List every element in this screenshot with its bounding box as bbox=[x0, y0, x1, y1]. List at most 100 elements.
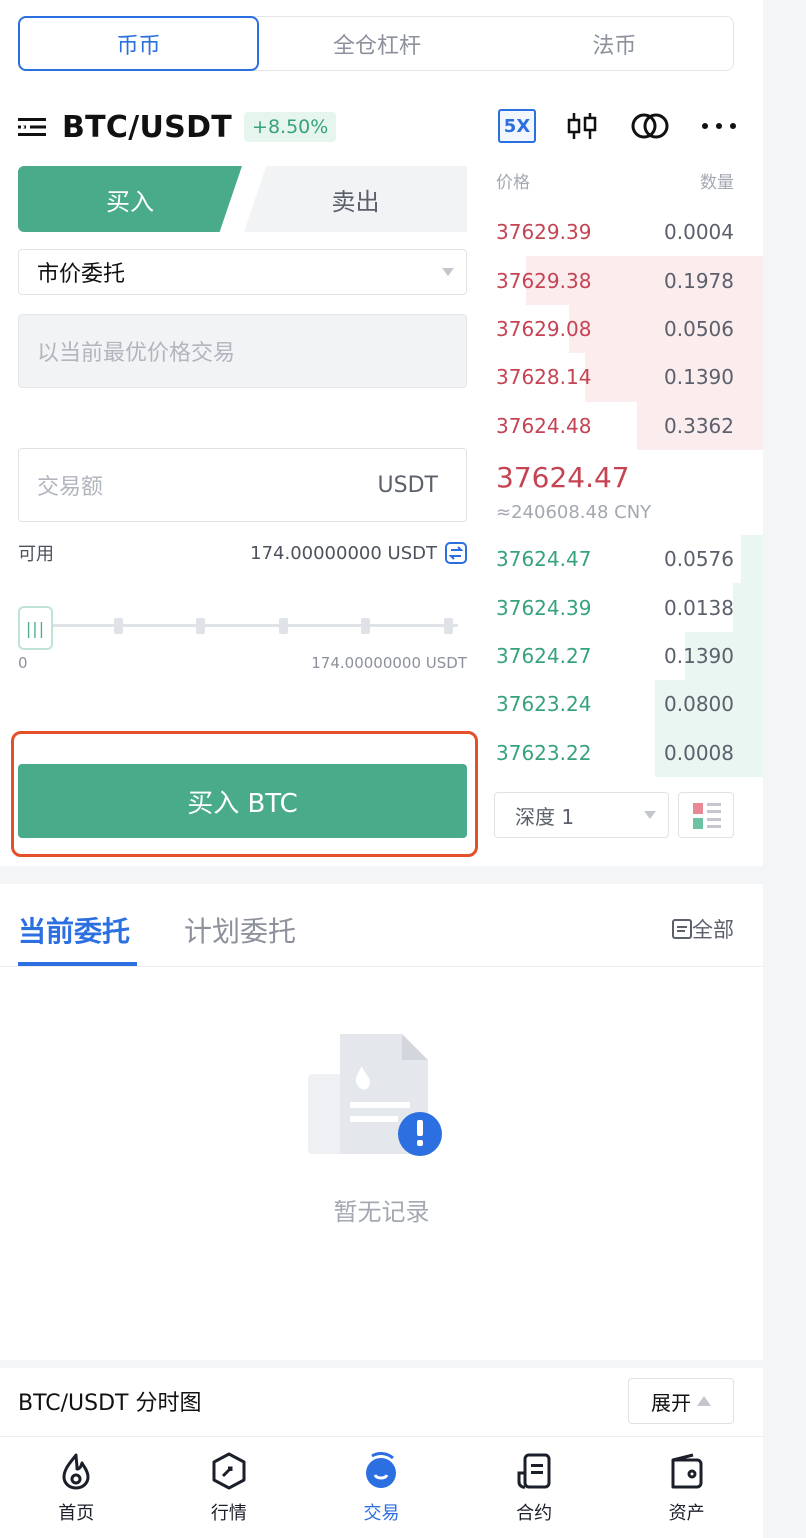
ask-row[interactable]: 37629.08 0.0506 bbox=[494, 304, 763, 354]
buy-sell-tabs: 买入 卖出 bbox=[18, 166, 467, 232]
ask-qty: 0.0004 bbox=[664, 220, 734, 245]
amount-input[interactable]: 交易额 USDT bbox=[18, 448, 467, 522]
flame-icon bbox=[62, 1453, 90, 1490]
slider-node-50[interactable] bbox=[196, 618, 205, 634]
tab-sell[interactable]: 卖出 bbox=[244, 166, 467, 232]
more-icon[interactable] bbox=[700, 121, 738, 131]
available-balance: 可用 174.00000000 USDT bbox=[18, 538, 467, 568]
ask-list: 37629.39 0.0004 37629.38 0.1978 37629.08 0.05… bbox=[494, 208, 763, 450]
market-type-tabs: 币币 全仓杠杆 法币 bbox=[18, 16, 734, 71]
tab-plan-orders[interactable]: 计划委托 bbox=[184, 910, 296, 950]
amount-unit: USDT bbox=[377, 472, 438, 498]
bid-qty: 0.0576 bbox=[664, 547, 734, 572]
buy-btc-button[interactable]: 买入 BTC bbox=[18, 764, 467, 838]
section-divider-2 bbox=[0, 1360, 763, 1368]
price-input[interactable]: 以当前最优价格交易 bbox=[18, 314, 467, 388]
ask-row[interactable]: 37629.39 0.0004 bbox=[494, 208, 763, 256]
ask-qty: 0.3362 bbox=[664, 413, 734, 438]
transfer-icon[interactable] bbox=[445, 542, 467, 564]
price-placeholder: 以当前最优价格交易 bbox=[37, 341, 236, 366]
bid-qty: 0.0008 bbox=[664, 740, 734, 765]
menu-icon[interactable] bbox=[18, 116, 46, 138]
expand-chart-button[interactable]: 展开 bbox=[628, 1378, 734, 1424]
slider-node-25[interactable] bbox=[114, 618, 123, 634]
nav-trade[interactable]: 交易 bbox=[305, 1437, 458, 1538]
nav-market[interactable]: 行情 bbox=[153, 1437, 306, 1538]
order-type-value: 市价委托 bbox=[37, 262, 126, 287]
orders-tabs: 当前委托 计划委托 全部 bbox=[18, 900, 734, 966]
market-icon bbox=[212, 1452, 246, 1490]
nav-trade-label: 交易 bbox=[363, 1503, 400, 1524]
qty-column-header: 数量 bbox=[700, 173, 734, 193]
bid-price: 37623.24 bbox=[496, 692, 592, 717]
empty-document-icon bbox=[308, 1034, 442, 1156]
nav-futures[interactable]: 合约 bbox=[458, 1437, 611, 1538]
empty-state-text: 暂无记录 bbox=[333, 1198, 430, 1226]
available-value-wrap: 174.00000000 USDT bbox=[250, 542, 467, 564]
section-divider bbox=[0, 866, 763, 884]
tab-buy[interactable]: 买入 bbox=[18, 166, 242, 232]
slider-node-100a[interactable] bbox=[361, 618, 370, 634]
ask-price: 37629.39 bbox=[496, 220, 592, 245]
ask-qty: 0.1390 bbox=[664, 365, 734, 390]
book-layout-button[interactable] bbox=[678, 792, 734, 838]
slider-node-75[interactable] bbox=[279, 618, 288, 634]
ask-price: 37624.48 bbox=[496, 413, 592, 438]
contract-icon bbox=[517, 1453, 551, 1489]
chevron-up-icon bbox=[697, 1396, 711, 1406]
ask-row[interactable]: 37628.14 0.1390 bbox=[494, 353, 763, 402]
tab-fiat[interactable]: 法币 bbox=[496, 17, 733, 70]
ask-row[interactable]: 37624.48 0.3362 bbox=[494, 401, 763, 450]
right-gutter bbox=[763, 0, 806, 1538]
pair-header: BTC/USDT +8.50% bbox=[18, 106, 337, 148]
ask-qty: 0.1978 bbox=[664, 268, 734, 293]
nav-assets[interactable]: 资产 bbox=[610, 1437, 763, 1538]
bid-list: 37624.47 0.0576 37624.39 0.0138 37624.27 0.13… bbox=[494, 535, 763, 777]
wallet-icon bbox=[671, 1453, 703, 1489]
nav-futures-label: 合约 bbox=[516, 1503, 553, 1524]
slider-node-100[interactable] bbox=[444, 618, 453, 634]
slider-handle[interactable]: ||| bbox=[18, 606, 53, 650]
chart-bar: BTC/USDT 分时图 展开 bbox=[18, 1378, 734, 1424]
bid-qty: 0.0138 bbox=[664, 595, 734, 620]
ask-qty: 0.0506 bbox=[664, 316, 734, 341]
tab-spot[interactable]: 币币 bbox=[18, 16, 260, 71]
bottom-nav: 首页 行情 交易 合约 资产 bbox=[0, 1436, 763, 1538]
ask-row[interactable]: 37629.38 0.1978 bbox=[494, 256, 763, 305]
available-value: 174.00000000 USDT bbox=[250, 542, 437, 564]
bid-price: 37624.47 bbox=[496, 547, 592, 572]
nav-home[interactable]: 首页 bbox=[0, 1437, 153, 1538]
bid-row[interactable]: 37623.24 0.0800 bbox=[494, 680, 763, 729]
depth-select[interactable]: 深度 1 bbox=[494, 792, 669, 838]
available-label: 可用 bbox=[18, 544, 54, 565]
last-price: 37624.47 bbox=[496, 461, 630, 494]
expand-label: 展开 bbox=[651, 1390, 691, 1415]
nav-assets-label: 资产 bbox=[668, 1503, 705, 1524]
bid-price: 37623.22 bbox=[496, 740, 592, 765]
chevron-down-icon bbox=[442, 268, 454, 276]
bid-row[interactable]: 37624.27 0.1390 bbox=[494, 631, 763, 681]
list-icon bbox=[672, 919, 692, 939]
trade-icon bbox=[366, 1452, 397, 1488]
bid-row[interactable]: 37624.39 0.0138 bbox=[494, 583, 763, 632]
all-orders-link[interactable]: 全部 bbox=[672, 914, 734, 944]
bid-row[interactable]: 37624.47 0.0576 bbox=[494, 535, 763, 584]
bid-depth-bar bbox=[733, 583, 763, 632]
slider-min-label: 0 bbox=[18, 654, 28, 672]
tab-current-orders[interactable]: 当前委托 bbox=[18, 910, 130, 950]
candlestick-icon[interactable] bbox=[565, 110, 599, 142]
slider-labels: 0 174.00000000 USDT bbox=[18, 654, 467, 672]
amount-placeholder: 交易额 bbox=[37, 475, 104, 500]
copy-trade-icon[interactable] bbox=[629, 111, 671, 141]
tab-cross-margin[interactable]: 全仓杠杆 bbox=[258, 17, 495, 70]
pair-title[interactable]: BTC/USDT bbox=[62, 110, 232, 145]
ask-price: 37629.08 bbox=[496, 316, 592, 341]
order-type-select[interactable]: 市价委托 bbox=[18, 249, 467, 295]
header-tools: 5X bbox=[498, 106, 738, 146]
amount-slider[interactable]: ||| bbox=[18, 602, 467, 650]
leverage-button[interactable]: 5X bbox=[498, 109, 536, 143]
bid-qty: 0.1390 bbox=[664, 643, 734, 668]
bid-row[interactable]: 37623.22 0.0008 bbox=[494, 728, 763, 777]
price-change-badge: +8.50% bbox=[244, 112, 337, 142]
bid-qty: 0.0800 bbox=[664, 692, 734, 717]
